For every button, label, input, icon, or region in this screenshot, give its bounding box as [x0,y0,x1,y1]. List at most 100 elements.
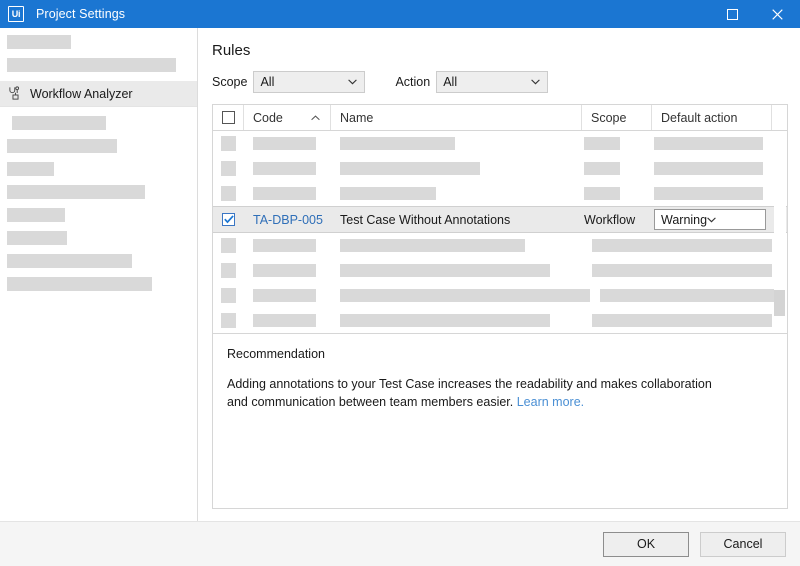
name-placeholder [340,239,525,252]
code-placeholder [253,162,316,175]
table-row[interactable] [213,131,787,156]
row-checkbox-cell[interactable] [213,233,244,258]
action-filter-value: All [443,75,458,89]
row-name-cell [331,258,582,283]
action-placeholder [654,137,763,150]
sidebar-placeholder [7,35,71,49]
select-all-checkbox[interactable] [221,111,235,124]
chevron-down-icon [707,217,716,222]
scope-filter-label: Scope [212,75,248,89]
row-code-cell [244,233,331,258]
checkmark-icon [223,215,234,224]
sidebar-placeholder [7,185,145,199]
code-placeholder [253,264,316,277]
learn-more-link[interactable]: Learn more. [517,395,584,409]
table-header-scope[interactable]: Scope [582,105,652,130]
settings-sidebar: Workflow Analyzer [0,28,198,521]
action-filter-label: Action [395,75,431,89]
table-row[interactable] [213,156,787,181]
table-scrollbar[interactable] [774,131,786,332]
chevron-down-icon [348,79,358,85]
action-filter-select[interactable]: All [436,71,549,93]
table-body: TA-DBP-005 Test Case Without Annotations… [213,131,787,333]
row-action-cell[interactable]: Warning [652,207,772,232]
rules-filters: Scope All Action All [212,71,788,93]
row-scope-cell [582,156,652,181]
scope-placeholder [584,162,620,175]
table-row[interactable] [213,258,787,283]
name-placeholder [340,187,436,200]
name-placeholder [340,264,550,277]
workflow-analyzer-icon [9,86,20,100]
rule-code-link[interactable]: TA-DBP-005 [253,213,323,227]
table-header-code-label: Code [253,110,283,125]
table-row[interactable] [213,181,787,206]
row-code-cell [244,308,331,333]
row-checkbox-placeholder [221,136,236,151]
table-header-default-action[interactable]: Default action [652,105,772,130]
row-checkbox-cell[interactable] [213,131,244,156]
action-placeholder [592,314,772,327]
row-action-cell [652,131,772,156]
row-action-cell [652,156,772,181]
name-placeholder [340,162,480,175]
close-button[interactable] [755,0,800,28]
window-title: Project Settings [36,7,126,21]
row-scope-cell: Workflow [582,207,652,232]
row-checkbox-cell[interactable] [213,181,244,206]
name-placeholder [340,137,455,150]
table-header-code[interactable]: Code [244,105,331,130]
row-checkbox-cell[interactable] [213,258,244,283]
table-scrollbar-thumb[interactable] [774,290,785,316]
row-code-cell[interactable]: TA-DBP-005 [244,207,331,232]
row-scope-cell [582,181,652,206]
sidebar-placeholder [7,254,132,268]
row-checkbox-cell[interactable] [213,156,244,181]
sidebar-placeholder [7,58,176,72]
table-header-scope-label: Scope [591,110,627,125]
sidebar-placeholder-group-top [0,35,197,72]
sidebar-placeholder [7,162,54,176]
scope-filter-select[interactable]: All [253,71,366,93]
row-action-cell [592,233,772,258]
row-checkbox[interactable] [222,213,235,226]
row-checkbox-placeholder [221,186,236,201]
sort-ascending-icon [311,114,320,120]
action-placeholder [654,162,763,175]
default-action-value: Warning [661,212,708,227]
row-code-cell [244,283,331,308]
table-header-filler [772,105,787,130]
table-row[interactable] [213,308,787,333]
sidebar-placeholder [7,139,117,153]
default-action-select[interactable]: Warning [654,209,766,230]
row-checkbox-cell[interactable] [213,207,244,232]
code-placeholder [253,187,316,200]
action-placeholder [654,187,763,200]
recommendation-body: Adding annotations to your Test Case inc… [227,377,712,409]
row-checkbox-placeholder [221,238,236,253]
app-logo-text: Ui [9,7,23,21]
ok-button[interactable]: OK [603,531,689,557]
app-logo-icon: Ui [8,6,24,22]
code-placeholder [253,289,316,302]
maximize-button[interactable] [710,0,755,28]
sidebar-item-workflow-analyzer[interactable]: Workflow Analyzer [0,81,197,107]
row-name-cell [331,181,582,206]
table-header-select-all[interactable] [213,105,244,130]
dialog-footer: OK Cancel [0,521,800,566]
cancel-button[interactable]: Cancel [700,531,786,557]
page-title: Rules [212,42,251,59]
row-name-cell [331,283,590,308]
code-placeholder [253,137,316,150]
row-checkbox-cell[interactable] [213,283,244,308]
rule-name: Test Case Without Annotations [340,212,511,227]
table-row[interactable] [213,283,787,308]
sidebar-placeholder [7,277,152,291]
table-header-name-label: Name [340,110,374,125]
table-row-selected[interactable]: TA-DBP-005 Test Case Without Annotations… [213,206,787,233]
table-header-row: Code Name Scope Default action [213,105,787,131]
row-checkbox-cell[interactable] [213,308,244,333]
table-row[interactable] [213,233,787,258]
scope-placeholder [584,187,620,200]
table-header-name[interactable]: Name [331,105,582,130]
